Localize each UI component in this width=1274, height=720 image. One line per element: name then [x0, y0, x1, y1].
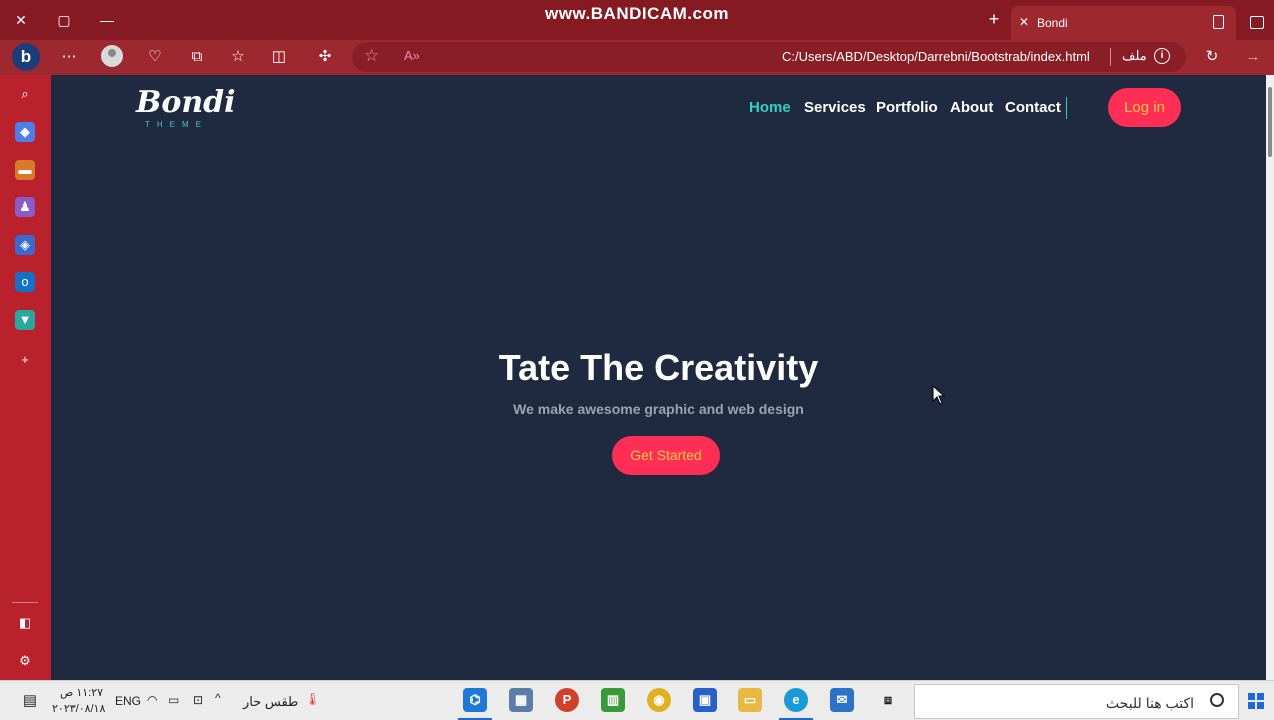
page-scrollbar[interactable] [1266, 75, 1274, 680]
address-bar[interactable]: ☆ A» C:/Users/ABD/Desktop/Darrebni/Boots… [352, 42, 1186, 72]
thermometer-icon: 🌡 [305, 692, 321, 706]
add-sidebar-app-icon[interactable]: + [15, 350, 35, 370]
profile-avatar[interactable] [101, 45, 123, 67]
hero-subtitle: We make awesome graphic and web design [513, 401, 804, 417]
chrome-icon[interactable]: ◉ [647, 688, 671, 712]
bing-copilot-icon[interactable]: b [12, 43, 40, 71]
vscode-icon[interactable]: ⌬ [463, 688, 487, 712]
add-favorite-icon[interactable]: ☆ [364, 46, 379, 66]
tab-title: Bondi [1037, 16, 1068, 30]
forward-icon[interactable]: → [1241, 45, 1265, 69]
tools-icon[interactable]: ▬ [15, 160, 35, 180]
more-options-icon[interactable]: ⋯ [57, 45, 81, 69]
file-explorer-icon[interactable]: ▭ [738, 688, 762, 712]
health-icon[interactable]: ♡ [143, 45, 167, 69]
clock-time[interactable]: ١١:٢٧ ص [60, 686, 103, 699]
scrollbar-thumb[interactable] [1268, 87, 1272, 157]
extensions-icon[interactable]: ✣ [313, 45, 337, 69]
nav-about[interactable]: About [950, 99, 993, 116]
mouse-cursor-icon [932, 385, 946, 405]
outlook-icon[interactable]: o [15, 272, 35, 292]
search-icon[interactable]: ⌕ [15, 84, 35, 104]
nav-portfolio[interactable]: Portfolio [876, 99, 938, 116]
show-hidden-icons-icon[interactable]: ^ [215, 691, 221, 705]
search-placeholder: اكتب هنا للبحث [1105, 695, 1194, 711]
edge-icon[interactable]: e [784, 688, 808, 712]
clock-date[interactable]: ٢٠٢٣/٠٨/١٨ [52, 702, 105, 715]
tab-close-icon[interactable]: ✕ [1019, 15, 1029, 29]
login-button[interactable]: Log in [1108, 88, 1181, 127]
refresh-icon[interactable]: ↻ [1200, 45, 1224, 69]
store-icon[interactable]: ▣ [693, 688, 717, 712]
title-bar: ✕ ▢ — www.BANDICAM.com + ✕ Bondi [0, 0, 1274, 40]
sidebar-divider [12, 602, 38, 603]
psiphon-icon[interactable]: P [555, 688, 579, 712]
hero-title: Tate The Creativity [498, 347, 819, 388]
nav-home[interactable]: Home [749, 99, 791, 116]
url-text[interactable]: C:/Users/ABD/Desktop/Darrebni/Bootstrab/… [782, 49, 1090, 64]
edge-sidebar: ⌕ ◆ ▬ ♟ ◈ o ▼ + ◧ ⚙ [0, 75, 51, 680]
drop-icon[interactable]: ▼ [15, 310, 35, 330]
mail-icon[interactable]: ✉ [830, 688, 854, 712]
weather-text[interactable]: طقس حار [243, 694, 298, 710]
browser-tab[interactable]: ✕ Bondi [1011, 6, 1236, 40]
page-viewport: Bondi THEME Home Services Portfolio Abou… [51, 75, 1266, 680]
hide-sidebar-icon[interactable]: ◧ [15, 613, 35, 633]
language-indicator[interactable]: ENG [115, 694, 141, 708]
site-info-icon[interactable]: i [1154, 48, 1170, 64]
split-screen-icon[interactable]: ◫ [267, 45, 291, 69]
battery-icon[interactable]: ▭ [168, 693, 179, 707]
new-tab-button[interactable]: + [982, 8, 1006, 32]
document-icon [1213, 15, 1224, 29]
nav-services[interactable]: Services [804, 99, 866, 116]
scheme-label: ملف [1122, 48, 1147, 63]
start-button[interactable] [1248, 693, 1264, 709]
read-aloud-icon[interactable]: A» [404, 48, 420, 63]
nav-contact[interactable]: Contact [1005, 99, 1061, 116]
games-icon[interactable]: ♟ [15, 197, 35, 217]
address-separator [1110, 48, 1111, 66]
tab-actions-icon[interactable] [1250, 16, 1264, 29]
winrar-icon[interactable]: ▥ [601, 688, 625, 712]
search-icon [1210, 693, 1224, 707]
sidebar-settings-icon[interactable]: ⚙ [15, 651, 35, 671]
favorites-icon[interactable]: ☆ [226, 45, 250, 69]
meet-icon[interactable]: ⊡ [193, 693, 203, 707]
nav-divider [1066, 97, 1067, 119]
shopping-tag-icon[interactable]: ◆ [15, 122, 35, 142]
collections-icon[interactable]: ⧉ [185, 45, 209, 69]
notifications-icon[interactable]: ▤ [18, 689, 42, 713]
office-icon[interactable]: ◈ [15, 235, 35, 255]
taskbar-search-box[interactable]: اكتب هنا للبحث [914, 684, 1239, 719]
windows-taskbar: ▤ ١١:٢٧ ص ٢٠٢٣/٠٨/١٨ ENG ◠ ▭ ⊡ ^ طقس حار… [0, 680, 1274, 720]
task-view-icon[interactable]: ⧈ [876, 688, 900, 712]
get-started-button[interactable]: Get Started [612, 436, 720, 475]
wifi-icon[interactable]: ◠ [147, 693, 157, 707]
site-logo[interactable]: Bondi [136, 85, 236, 120]
site-logo-subtitle: THEME [145, 120, 208, 129]
calculator-icon[interactable]: ▦ [509, 688, 533, 712]
